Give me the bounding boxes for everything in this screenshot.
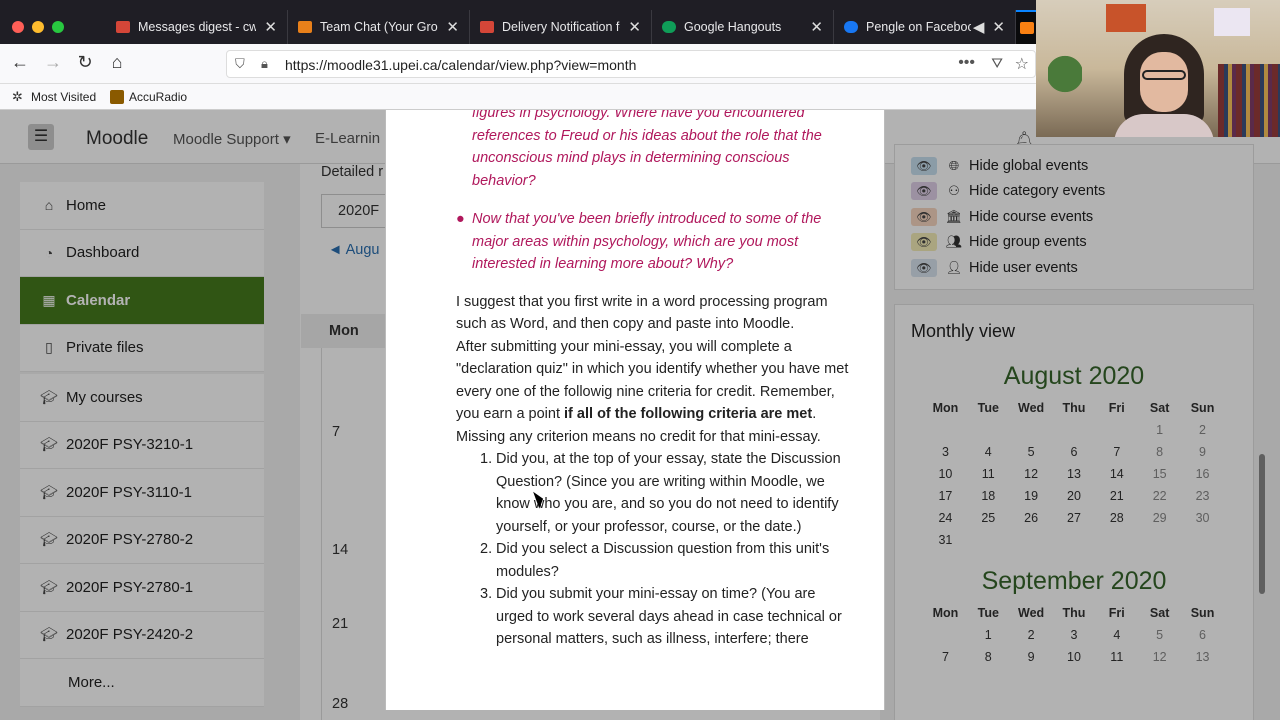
groupme-icon: [298, 21, 312, 33]
browser-tab[interactable]: Messages digest - cwa ✕: [106, 10, 288, 44]
pocket-icon[interactable]: ⛛: [991, 55, 1003, 72]
bookmark-most-visited[interactable]: ✲ Most Visited: [12, 89, 97, 105]
discussion-question: ● Now that you've been briefly introduce…: [456, 208, 856, 276]
modal-body: figures in psychology. Where have you en…: [386, 110, 884, 651]
event-details-modal: figures in psychology. Where have you en…: [385, 110, 885, 710]
lock-icon[interactable]: 🔒︎: [261, 56, 268, 72]
browser-tab[interactable]: Pengle on Facebook ◀ ✕: [834, 10, 1016, 44]
close-tab-icon[interactable]: ✕: [810, 18, 823, 36]
tab-label: Team Chat (Your Grou: [320, 20, 439, 34]
bookmark-star-icon[interactable]: ☆: [1015, 54, 1029, 74]
maximize-window-button[interactable]: [52, 21, 64, 33]
bookmarks-bar: ✲ Most Visited AccuRadio: [0, 84, 1040, 110]
audio-icon[interactable]: ◀: [973, 18, 985, 36]
hangouts-icon: [662, 21, 676, 33]
minimize-window-button[interactable]: [32, 21, 44, 33]
browser-tab[interactable]: Team Chat (Your Grou ✕: [288, 10, 470, 44]
close-window-button[interactable]: [12, 21, 24, 33]
close-tab-icon[interactable]: ✕: [446, 18, 459, 36]
gmail-icon: [480, 21, 494, 33]
webcam-overlay: [1036, 0, 1280, 137]
presenter: [1114, 34, 1214, 137]
bookshelf: [1218, 64, 1280, 137]
instruction-paragraph: After submitting your mini-essay, you wi…: [456, 338, 849, 445]
tab-label: Messages digest - cwa: [138, 20, 257, 34]
glasses: [1142, 70, 1186, 80]
criteria-list: 1. Did you, at the top of your essay, sta…: [480, 448, 884, 651]
tab-label: Pengle on Facebook: [866, 20, 971, 34]
browser-toolbar: ← → ↻ ⌂ ⛉ 🔒︎ https://moodle31.upei.ca/ca…: [0, 44, 1040, 84]
close-tab-icon[interactable]: ✕: [992, 18, 1005, 36]
browser-tab[interactable]: Google Hangouts ✕: [652, 10, 834, 44]
forward-arrow-icon[interactable]: →: [42, 52, 64, 73]
moodle-icon: [1020, 22, 1034, 34]
bookmark-label: AccuRadio: [129, 90, 188, 104]
url-bar[interactable]: ⛉ 🔒︎ https://moodle31.upei.ca/calendar/v…: [226, 50, 1036, 78]
shield-icon[interactable]: ⛉: [235, 56, 245, 72]
tab-label: Google Hangouts: [684, 20, 782, 34]
tab-label: Delivery Notification fo: [502, 20, 621, 34]
moodle-page: ☰ Moodle Moodle Support ▾ E-Learnin 🔔︎ ⌂…: [0, 110, 1280, 720]
accuradio-icon: [110, 90, 124, 104]
bookmark-label: Most Visited: [31, 90, 97, 104]
bookmark-accuradio[interactable]: AccuRadio: [110, 90, 187, 104]
criterion-item: 2. Did you select a Discussion question f…: [480, 541, 830, 580]
more-actions-icon[interactable]: •••: [958, 54, 975, 72]
gmail-icon: [116, 21, 130, 33]
criterion-item: 3. Did you submit your mini-essay on time…: [480, 586, 842, 647]
instruction-paragraph: I suggest that you first write in a word…: [456, 293, 828, 333]
messenger-icon: [844, 21, 858, 33]
wall-art: [1214, 8, 1250, 36]
browser-tab[interactable]: Delivery Notification fo ✕: [470, 10, 652, 44]
url-text[interactable]: https://moodle31.upei.ca/calendar/view.p…: [285, 57, 636, 73]
gear-icon: ✲: [12, 89, 23, 104]
plant: [1048, 50, 1082, 110]
close-tab-icon[interactable]: ✕: [264, 18, 277, 36]
close-tab-icon[interactable]: ✕: [628, 18, 641, 36]
home-icon[interactable]: ⌂: [106, 52, 128, 73]
back-arrow-icon[interactable]: ←: [9, 52, 31, 73]
discussion-question: figures in psychology. Where have you en…: [472, 110, 822, 189]
wall-art: [1106, 4, 1146, 32]
bullet-icon: ●: [456, 211, 465, 227]
reload-icon[interactable]: ↻: [74, 52, 96, 73]
